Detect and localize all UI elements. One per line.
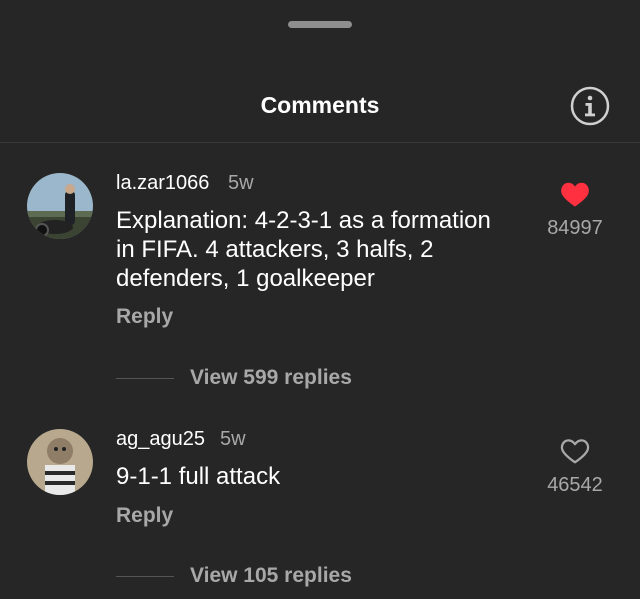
heart-outline-icon <box>560 439 590 464</box>
like-count: 46542 <box>547 474 603 496</box>
drag-handle[interactable] <box>288 21 352 28</box>
divider-line <box>116 575 174 577</box>
avatar-photo <box>27 429 93 495</box>
comment-time: 5w <box>220 428 246 450</box>
divider-line <box>116 377 174 379</box>
like-count: 84997 <box>547 217 603 239</box>
comment-text: Explanation: 4-2-3-1 as a formation in F… <box>116 207 491 292</box>
view-replies-label: View 599 replies <box>190 366 352 389</box>
reply-button[interactable]: Reply <box>116 305 173 329</box>
view-replies-button[interactable]: View 105 replies <box>116 561 352 591</box>
comment-username[interactable]: la.zar1066 <box>116 172 209 195</box>
comment-item: la.zar1066 5w Explanation: 4-2-3-1 as a … <box>0 170 640 400</box>
comment-text: 9-1-1 full attack <box>116 463 281 490</box>
comment-time: 5w <box>228 172 254 194</box>
comment-username[interactable]: ag_agu25 <box>116 428 205 451</box>
page-title: Comments <box>260 92 380 118</box>
avatar[interactable] <box>27 429 93 495</box>
view-replies-label: View 105 replies <box>190 564 352 587</box>
heart-filled-icon <box>561 182 589 207</box>
view-replies-button[interactable]: View 599 replies <box>116 363 352 393</box>
comments-header: Comments <box>0 70 640 143</box>
like-button[interactable] <box>540 437 610 470</box>
reply-button[interactable]: Reply <box>116 504 173 528</box>
info-icon <box>570 86 610 126</box>
avatar[interactable] <box>27 173 93 239</box>
comment-item: ag_agu25 5w 9-1-1 full attack Reply 4654… <box>0 426 640 599</box>
info-button[interactable] <box>570 86 610 126</box>
like-button[interactable] <box>540 180 610 213</box>
avatar-photo <box>27 173 93 239</box>
